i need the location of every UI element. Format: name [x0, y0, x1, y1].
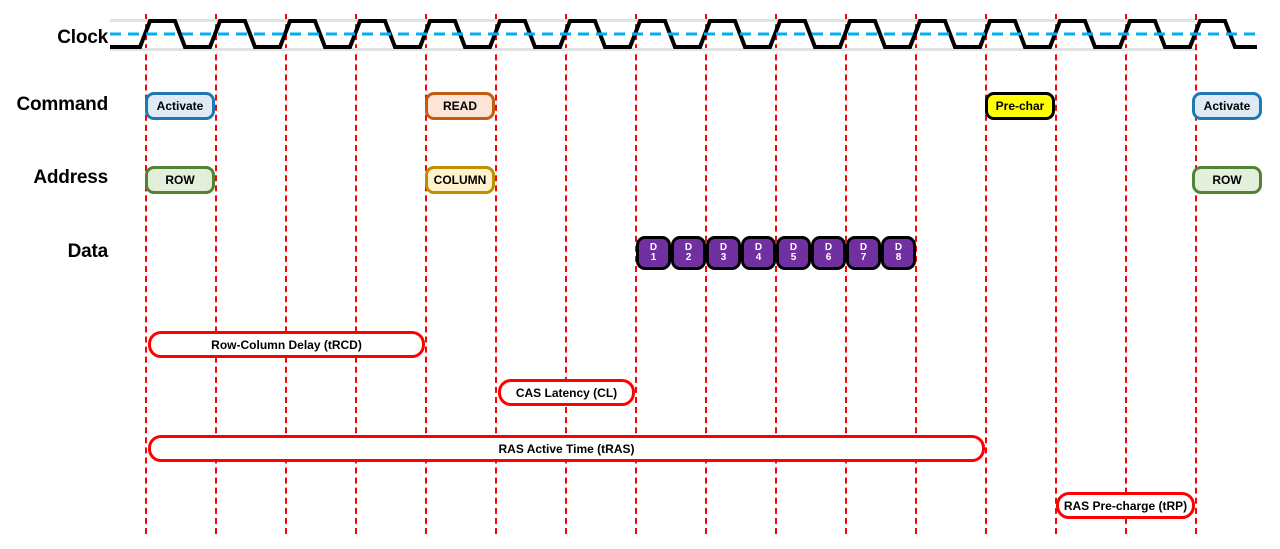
row-label-address: Address [33, 167, 108, 188]
clock-band-top-7 [565, 19, 635, 22]
clock-band-top-1 [145, 19, 215, 22]
timing-diagram-canvas: Clock Command Address Data Activate READ P… [0, 0, 1280, 549]
clock-band-bottom-4 [355, 48, 425, 51]
row-label-command: Command [16, 94, 109, 115]
data-beat-D4: D4 [741, 236, 776, 270]
clock-band-top-3 [285, 19, 355, 22]
data-beat-D6: D6 [811, 236, 846, 270]
clock-band-bottom-10 [775, 48, 845, 51]
clock-band-bottom-9 [705, 48, 775, 51]
address-box-row-2: ROW [1192, 166, 1262, 194]
gridline-cycle-14 [1125, 14, 1127, 534]
command-box-activate-0: Activate [145, 92, 215, 120]
data-beat-index: 5 [790, 252, 797, 263]
data-beat-D7: D7 [846, 236, 881, 270]
clock-band-bottom-14 [1055, 48, 1125, 51]
clock-band-top-2 [215, 19, 285, 22]
clock-band-bottom-5 [425, 48, 495, 51]
data-beat-D1: D1 [636, 236, 671, 270]
row-label-clock: Clock [57, 27, 108, 48]
clock-band-top-4 [355, 19, 425, 22]
clock-band-top-12 [915, 19, 985, 22]
clock-waveform [110, 19, 1258, 49]
annotation-trcd: Row-Column Delay (tRCD) [148, 331, 425, 358]
gridline-cycle-0 [145, 14, 147, 534]
clock-band-top-9 [705, 19, 775, 22]
clock-trace [110, 19, 1257, 49]
clock-band-bottom-2 [215, 48, 285, 51]
clock-band-bottom-6 [495, 48, 565, 51]
clock-band-bottom-15 [1125, 48, 1195, 51]
row-label-data: Data [67, 241, 109, 262]
gridline-cycle-12 [985, 14, 987, 534]
clock-band-bottom-11 [845, 48, 915, 51]
clock-band-bottom-13 [985, 48, 1055, 51]
address-box-row-0: ROW [145, 166, 215, 194]
annotation-cl: CAS Latency (CL) [498, 379, 635, 406]
clock-band-top-14 [1055, 19, 1125, 22]
clock-band-bottom-12 [915, 48, 985, 51]
command-box-activate-3: Activate [1192, 92, 1262, 120]
clock-band-bottom-3 [285, 48, 355, 51]
data-beat-index: 6 [825, 252, 832, 263]
data-beat-index: 1 [650, 252, 657, 263]
clock-band-bottom-1 [145, 48, 215, 51]
data-beat-D8: D8 [881, 236, 916, 270]
data-beat-index: 7 [860, 252, 867, 263]
clock-band-top-5 [425, 19, 495, 22]
address-box-column-1: COLUMN [425, 166, 495, 194]
clock-band-top-15 [1125, 19, 1195, 22]
clock-band-top-13 [985, 19, 1055, 22]
data-beat-index: 4 [755, 252, 762, 263]
annotation-trp: RAS Pre-charge (tRP) [1056, 492, 1195, 519]
clock-band-top-6 [495, 19, 565, 22]
command-box-read-1: READ [425, 92, 495, 120]
clock-band-bottom-7 [565, 48, 635, 51]
clock-band-top-8 [635, 19, 705, 22]
clock-band-top-10 [775, 19, 845, 22]
data-beat-D2: D2 [671, 236, 706, 270]
annotation-tras: RAS Active Time (tRAS) [148, 435, 985, 462]
data-beat-index: 3 [720, 252, 727, 263]
data-beat-index: 8 [895, 252, 902, 263]
clock-band-top-11 [845, 19, 915, 22]
clock-band-bottom-8 [635, 48, 705, 51]
command-box-pre-char-2: Pre-char [985, 92, 1055, 120]
gridline-cycle-13 [1055, 14, 1057, 534]
data-beat-D3: D3 [706, 236, 741, 270]
data-beat-index: 2 [685, 252, 692, 263]
data-beat-D5: D5 [776, 236, 811, 270]
